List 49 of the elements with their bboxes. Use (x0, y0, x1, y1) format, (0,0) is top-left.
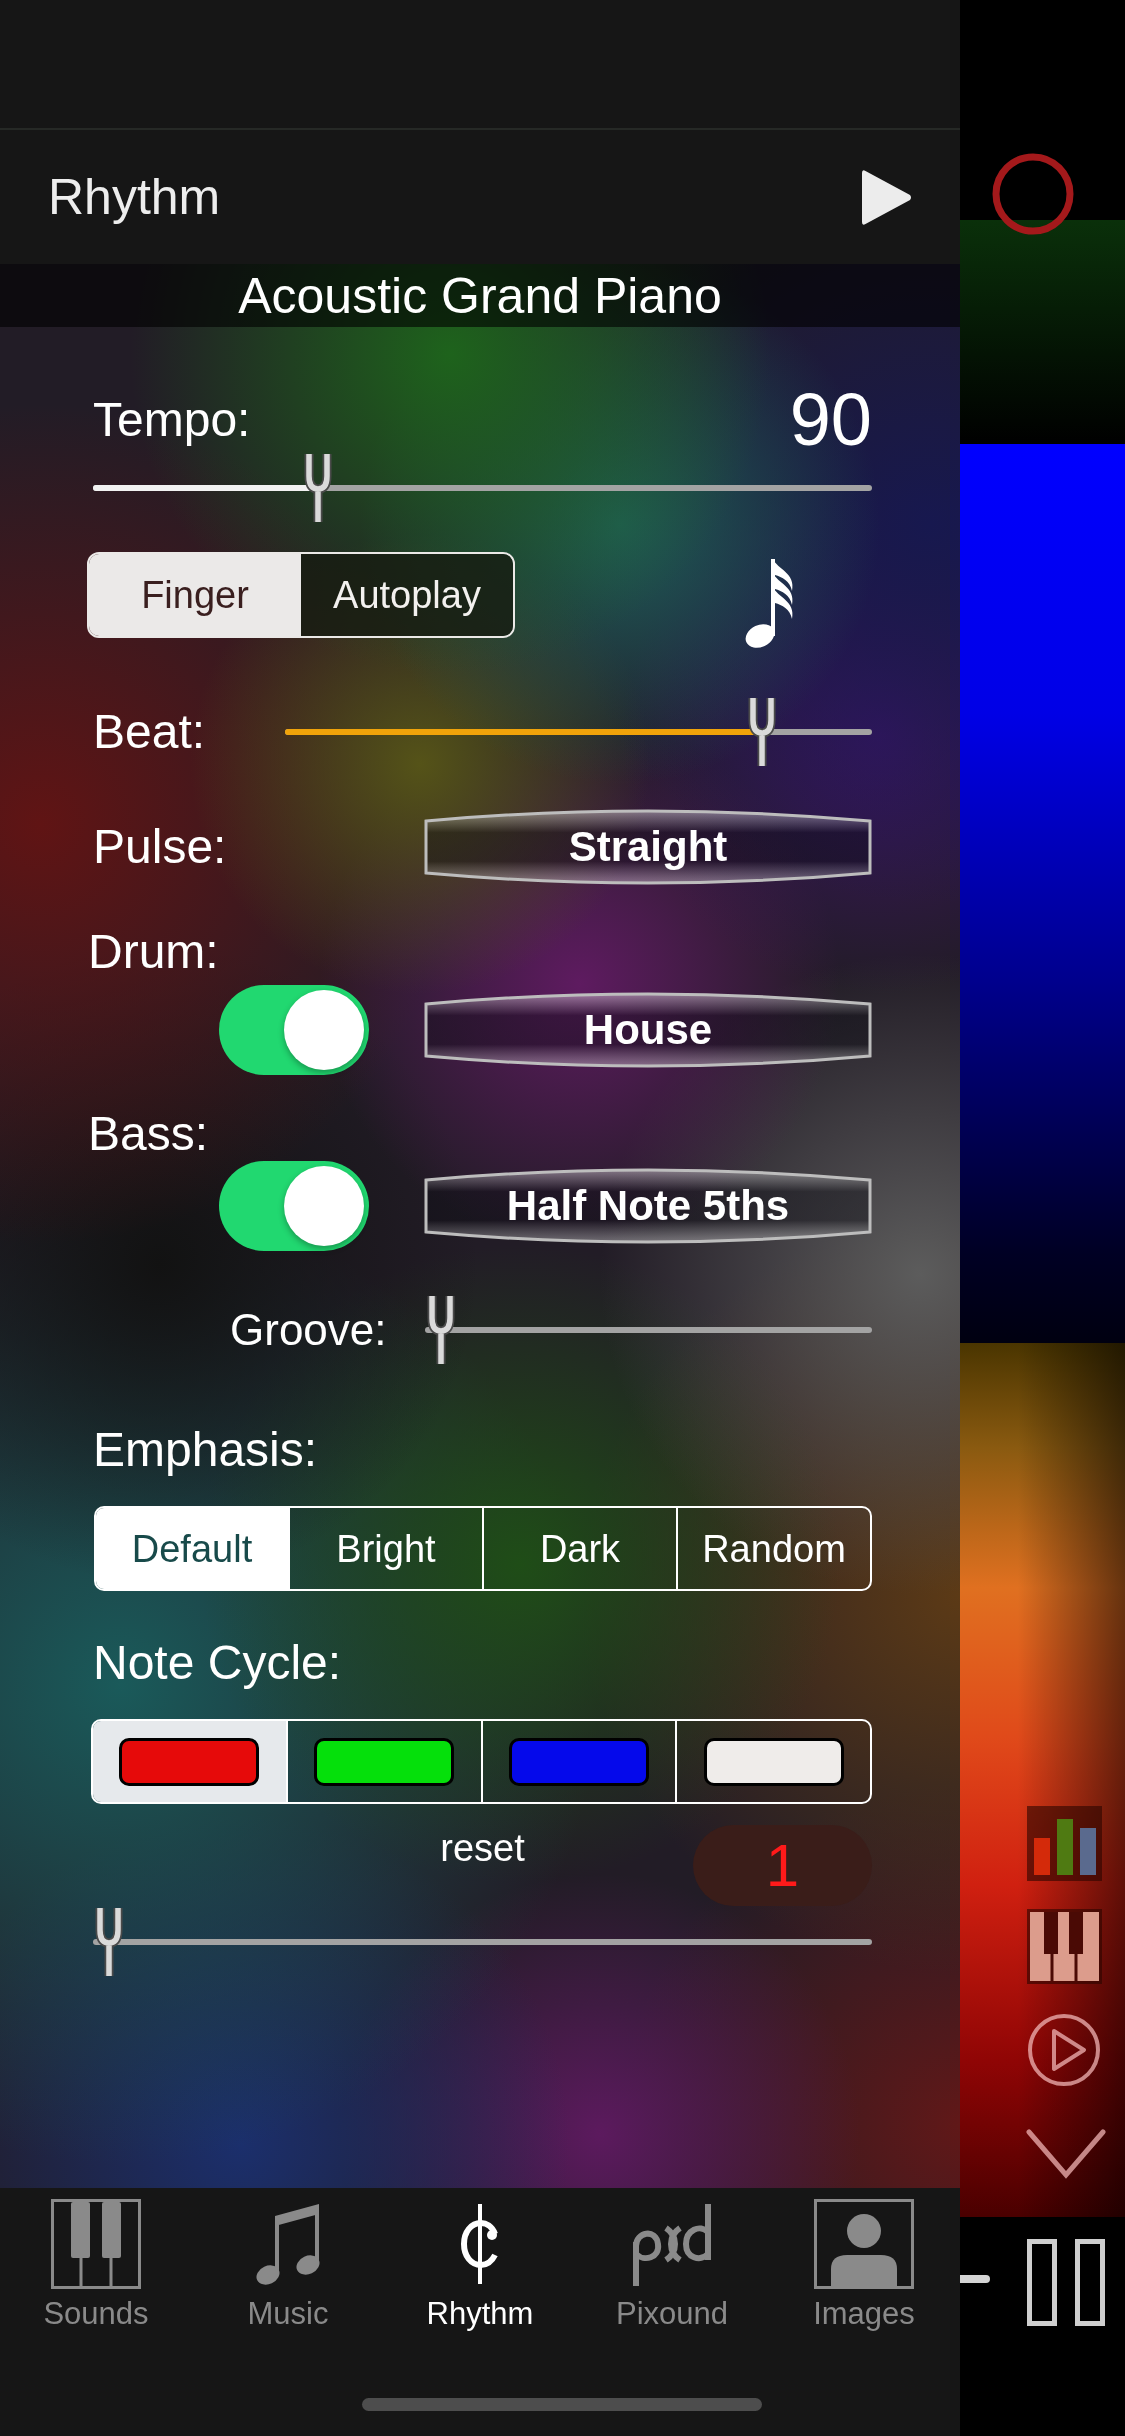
emphasis-label: Emphasis: (93, 1422, 318, 1478)
chevron-down-icon[interactable] (1026, 2129, 1106, 2179)
instrument-name: Acoustic Grand Piano (238, 270, 722, 321)
music-notes-icon (255, 2202, 321, 2286)
emphasis-segment[interactable]: Random (676, 1508, 870, 1589)
slider-thumb[interactable] (302, 452, 335, 524)
header-title: Rhythm (48, 172, 221, 222)
pxd-logo-icon (630, 2202, 714, 2286)
pulse-label: Pulse: (93, 823, 227, 871)
mode-segment[interactable]: Finger (89, 554, 301, 636)
drum-label: Drum: (88, 924, 219, 980)
beat-label: Beat: (93, 705, 206, 758)
tab-item[interactable]: Music (192, 2199, 384, 2332)
tab-item[interactable]: Pixound (576, 2199, 768, 2332)
play-icon (861, 168, 912, 226)
note-cycle-slider[interactable] (93, 1906, 872, 1978)
tab-item[interactable]: Rhythm (384, 2199, 576, 2332)
tempo-slider[interactable] (93, 452, 872, 524)
cycle-count-display: 1 (693, 1825, 872, 1906)
play-button[interactable] (861, 168, 912, 226)
bass-style-button[interactable]: Half Note 5ths (424, 1166, 872, 1246)
emphasis-segment[interactable]: Default (96, 1508, 288, 1589)
emphasis-segment[interactable]: Bright (288, 1508, 482, 1589)
pulse-button[interactable]: Straight (424, 807, 872, 887)
mode-segment[interactable]: Autoplay (301, 554, 513, 636)
bar-chart-icon[interactable] (1027, 1806, 1102, 1881)
bass-label: Bass: (88, 1108, 209, 1160)
play-circle-icon[interactable] (1027, 2013, 1101, 2087)
tab-item[interactable]: Sounds (0, 2199, 192, 2332)
reset-button[interactable]: reset (440, 1829, 525, 1867)
slider-thumb[interactable] (93, 1906, 125, 1978)
groove-slider[interactable] (425, 1294, 872, 1366)
cut-time-icon (459, 2204, 501, 2284)
dash-icon (960, 2275, 990, 2283)
slider-thumb[interactable] (425, 1294, 457, 1366)
pause-icon[interactable] (1027, 2239, 1105, 2326)
tempo-value: 90 (789, 383, 872, 457)
note-cycle-label: Note Cycle: (93, 1635, 342, 1691)
ring-icon[interactable] (992, 153, 1074, 235)
note-cycle-segment[interactable] (93, 1721, 286, 1802)
beat-slider[interactable] (285, 696, 872, 768)
groove-label: Groove: (230, 1308, 387, 1352)
piano-keys-icon[interactable] (1027, 1909, 1102, 1984)
emphasis-segment[interactable]: Dark (482, 1508, 676, 1589)
piano-keys-icon (51, 2199, 141, 2289)
tab-item[interactable]: Images (768, 2199, 960, 2332)
person-icon (814, 2199, 914, 2289)
tempo-label: Tempo: (93, 396, 251, 444)
drum-style-button[interactable]: House (424, 990, 872, 1070)
